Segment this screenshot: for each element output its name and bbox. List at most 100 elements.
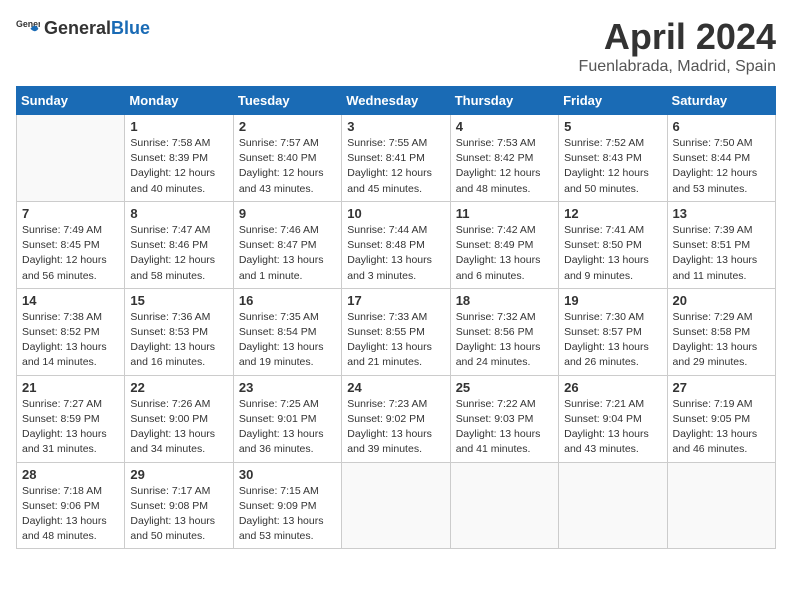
- day-info: Sunrise: 7:33 AM Sunset: 8:55 PM Dayligh…: [347, 310, 444, 371]
- day-number: 19: [564, 293, 661, 308]
- day-info: Sunrise: 7:47 AM Sunset: 8:46 PM Dayligh…: [130, 223, 227, 284]
- day-info: Sunrise: 7:27 AM Sunset: 8:59 PM Dayligh…: [22, 397, 119, 458]
- day-info: Sunrise: 7:52 AM Sunset: 8:43 PM Dayligh…: [564, 136, 661, 197]
- day-number: 20: [673, 293, 770, 308]
- day-number: 2: [239, 119, 336, 134]
- day-info: Sunrise: 7:26 AM Sunset: 9:00 PM Dayligh…: [130, 397, 227, 458]
- calendar-cell: [667, 462, 775, 549]
- day-of-week-header: Tuesday: [233, 87, 341, 115]
- calendar-cell: 14 Sunrise: 7:38 AM Sunset: 8:52 PM Dayli…: [17, 288, 125, 375]
- calendar-header: SundayMondayTuesdayWednesdayThursdayFrid…: [17, 87, 776, 115]
- day-of-week-header: Wednesday: [342, 87, 450, 115]
- day-info: Sunrise: 7:46 AM Sunset: 8:47 PM Dayligh…: [239, 223, 336, 284]
- calendar-week-row: 14 Sunrise: 7:38 AM Sunset: 8:52 PM Dayli…: [17, 288, 776, 375]
- day-of-week-header: Friday: [559, 87, 667, 115]
- day-number: 14: [22, 293, 119, 308]
- calendar-title-area: April 2024 Fuenlabrada, Madrid, Spain: [579, 16, 776, 76]
- calendar-body: 1 Sunrise: 7:58 AM Sunset: 8:39 PM Daylig…: [17, 115, 776, 549]
- day-of-week-header: Monday: [125, 87, 233, 115]
- day-info: Sunrise: 7:18 AM Sunset: 9:06 PM Dayligh…: [22, 484, 119, 545]
- day-number: 28: [22, 467, 119, 482]
- calendar-cell: 17Sunrise: 7:33 AM Sunset: 8:55 PM Dayli…: [342, 288, 450, 375]
- day-number: 1: [130, 119, 227, 134]
- calendar-title: April 2024: [579, 16, 776, 58]
- calendar-cell: 7Sunrise: 7:49 AM Sunset: 8:45 PM Daylig…: [17, 201, 125, 288]
- calendar-cell: 28 Sunrise: 7:18 AM Sunset: 9:06 PM Dayli…: [17, 462, 125, 549]
- day-info: Sunrise: 7:57 AM Sunset: 8:40 PM Dayligh…: [239, 136, 336, 197]
- day-info: Sunrise: 7:42 AM Sunset: 8:49 PM Dayligh…: [456, 223, 553, 284]
- day-info: Sunrise: 7:19 AM Sunset: 9:05 PM Dayligh…: [673, 397, 770, 458]
- calendar-cell: 4Sunrise: 7:53 AM Sunset: 8:42 PM Daylig…: [450, 115, 558, 202]
- calendar-cell: 27 Sunrise: 7:19 AM Sunset: 9:05 PM Dayli…: [667, 375, 775, 462]
- calendar-cell: 20 Sunrise: 7:29 AM Sunset: 8:58 PM Dayli…: [667, 288, 775, 375]
- calendar-cell: 11 Sunrise: 7:42 AM Sunset: 8:49 PM Dayli…: [450, 201, 558, 288]
- day-info: Sunrise: 7:22 AM Sunset: 9:03 PM Dayligh…: [456, 397, 553, 458]
- day-info: Sunrise: 7:36 AM Sunset: 8:53 PM Dayligh…: [130, 310, 227, 371]
- day-number: 30: [239, 467, 336, 482]
- day-info: Sunrise: 7:50 AM Sunset: 8:44 PM Dayligh…: [673, 136, 770, 197]
- calendar-cell: 22 Sunrise: 7:26 AM Sunset: 9:00 PM Dayli…: [125, 375, 233, 462]
- day-of-week-header: Thursday: [450, 87, 558, 115]
- calendar-week-row: 1 Sunrise: 7:58 AM Sunset: 8:39 PM Daylig…: [17, 115, 776, 202]
- calendar-cell: 2 Sunrise: 7:57 AM Sunset: 8:40 PM Daylig…: [233, 115, 341, 202]
- calendar-cell: 21 Sunrise: 7:27 AM Sunset: 8:59 PM Dayli…: [17, 375, 125, 462]
- day-number: 23: [239, 380, 336, 395]
- days-of-week-row: SundayMondayTuesdayWednesdayThursdayFrid…: [17, 87, 776, 115]
- day-number: 7: [22, 206, 119, 221]
- day-number: 12: [564, 206, 661, 221]
- calendar-cell: 3 Sunrise: 7:55 AM Sunset: 8:41 PM Daylig…: [342, 115, 450, 202]
- calendar-cell: [17, 115, 125, 202]
- day-of-week-header: Sunday: [17, 87, 125, 115]
- logo-blue-text: Blue: [111, 18, 150, 39]
- day-number: 3: [347, 119, 444, 134]
- logo-general-text: General: [44, 18, 111, 39]
- calendar-cell: 8 Sunrise: 7:47 AM Sunset: 8:46 PM Daylig…: [125, 201, 233, 288]
- page-header: General General Blue April 2024 Fuenlabr…: [16, 16, 776, 76]
- calendar-cell: 19 Sunrise: 7:30 AM Sunset: 8:57 PM Dayli…: [559, 288, 667, 375]
- calendar-cell: 26Sunrise: 7:21 AM Sunset: 9:04 PM Dayli…: [559, 375, 667, 462]
- calendar-week-row: 28 Sunrise: 7:18 AM Sunset: 9:06 PM Dayli…: [17, 462, 776, 549]
- day-number: 29: [130, 467, 227, 482]
- calendar-subtitle: Fuenlabrada, Madrid, Spain: [579, 58, 776, 76]
- day-info: Sunrise: 7:58 AM Sunset: 8:39 PM Dayligh…: [130, 136, 227, 197]
- calendar-cell: 10Sunrise: 7:44 AM Sunset: 8:48 PM Dayli…: [342, 201, 450, 288]
- calendar-cell: 24Sunrise: 7:23 AM Sunset: 9:02 PM Dayli…: [342, 375, 450, 462]
- day-number: 8: [130, 206, 227, 221]
- calendar-cell: 1 Sunrise: 7:58 AM Sunset: 8:39 PM Daylig…: [125, 115, 233, 202]
- calendar-table: SundayMondayTuesdayWednesdayThursdayFrid…: [16, 86, 776, 549]
- calendar-cell: [559, 462, 667, 549]
- day-info: Sunrise: 7:15 AM Sunset: 9:09 PM Dayligh…: [239, 484, 336, 545]
- day-info: Sunrise: 7:55 AM Sunset: 8:41 PM Dayligh…: [347, 136, 444, 197]
- day-number: 4: [456, 119, 553, 134]
- calendar-cell: 9Sunrise: 7:46 AM Sunset: 8:47 PM Daylig…: [233, 201, 341, 288]
- day-info: Sunrise: 7:23 AM Sunset: 9:02 PM Dayligh…: [347, 397, 444, 458]
- day-number: 27: [673, 380, 770, 395]
- day-number: 6: [673, 119, 770, 134]
- calendar-cell: 15 Sunrise: 7:36 AM Sunset: 8:53 PM Dayli…: [125, 288, 233, 375]
- day-number: 25: [456, 380, 553, 395]
- calendar-cell: 16Sunrise: 7:35 AM Sunset: 8:54 PM Dayli…: [233, 288, 341, 375]
- calendar-cell: 12Sunrise: 7:41 AM Sunset: 8:50 PM Dayli…: [559, 201, 667, 288]
- day-number: 15: [130, 293, 227, 308]
- calendar-cell: 6 Sunrise: 7:50 AM Sunset: 8:44 PM Daylig…: [667, 115, 775, 202]
- day-number: 10: [347, 206, 444, 221]
- calendar-cell: 5Sunrise: 7:52 AM Sunset: 8:43 PM Daylig…: [559, 115, 667, 202]
- day-info: Sunrise: 7:38 AM Sunset: 8:52 PM Dayligh…: [22, 310, 119, 371]
- calendar-cell: 25 Sunrise: 7:22 AM Sunset: 9:03 PM Dayli…: [450, 375, 558, 462]
- day-info: Sunrise: 7:30 AM Sunset: 8:57 PM Dayligh…: [564, 310, 661, 371]
- day-info: Sunrise: 7:21 AM Sunset: 9:04 PM Dayligh…: [564, 397, 661, 458]
- day-of-week-header: Saturday: [667, 87, 775, 115]
- calendar-cell: 30 Sunrise: 7:15 AM Sunset: 9:09 PM Dayli…: [233, 462, 341, 549]
- day-info: Sunrise: 7:25 AM Sunset: 9:01 PM Dayligh…: [239, 397, 336, 458]
- day-number: 11: [456, 206, 553, 221]
- day-info: Sunrise: 7:32 AM Sunset: 8:56 PM Dayligh…: [456, 310, 553, 371]
- day-number: 21: [22, 380, 119, 395]
- calendar-cell: 18Sunrise: 7:32 AM Sunset: 8:56 PM Dayli…: [450, 288, 558, 375]
- calendar-cell: 29Sunrise: 7:17 AM Sunset: 9:08 PM Dayli…: [125, 462, 233, 549]
- calendar-cell: 13Sunrise: 7:39 AM Sunset: 8:51 PM Dayli…: [667, 201, 775, 288]
- calendar-week-row: 7Sunrise: 7:49 AM Sunset: 8:45 PM Daylig…: [17, 201, 776, 288]
- day-number: 16: [239, 293, 336, 308]
- day-info: Sunrise: 7:29 AM Sunset: 8:58 PM Dayligh…: [673, 310, 770, 371]
- day-number: 13: [673, 206, 770, 221]
- day-number: 22: [130, 380, 227, 395]
